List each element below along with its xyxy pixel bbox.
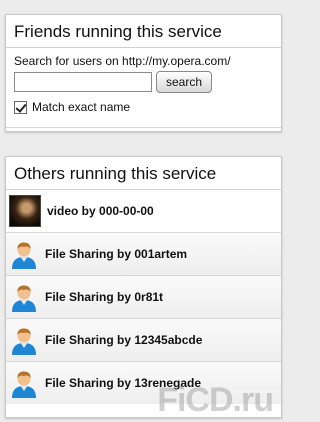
- search-row: search: [14, 71, 273, 93]
- list-item[interactable]: File Sharing by 001artem: [6, 232, 281, 275]
- services-list: video by 000-00-00 File Sharing by 001ar…: [6, 190, 281, 404]
- list-item[interactable]: File Sharing by 12345abcde: [6, 318, 281, 361]
- others-panel: Others running this service video by 000…: [5, 156, 282, 418]
- list-item[interactable]: File Sharing by 0r81t: [6, 275, 281, 318]
- user-icon: [12, 242, 36, 269]
- match-exact-label[interactable]: Match exact name: [32, 100, 130, 114]
- search-button[interactable]: search: [156, 71, 213, 93]
- friends-panel: Friends running this service Search for …: [5, 14, 282, 132]
- friends-panel-title: Friends running this service: [6, 15, 281, 48]
- user-icon: [12, 328, 36, 355]
- video-thumbnail: [9, 195, 41, 227]
- watermark-logo: FiCD.ru: [157, 381, 274, 419]
- search-instructions: Search for users on http://my.opera.com/: [14, 54, 231, 68]
- user-icon: [12, 285, 36, 312]
- friends-search-area: Search for users on http://my.opera.com/…: [6, 48, 281, 114]
- list-item-label[interactable]: File Sharing by 12345abcde: [45, 333, 202, 347]
- search-input[interactable]: [14, 72, 152, 92]
- divider: [6, 127, 281, 128]
- others-panel-title: Others running this service: [6, 157, 281, 190]
- user-icon: [12, 371, 36, 398]
- list-item[interactable]: video by 000-00-00: [6, 190, 281, 232]
- list-item-label[interactable]: File Sharing by 0r81t: [45, 290, 163, 304]
- list-item-label[interactable]: File Sharing by 001artem: [45, 247, 187, 261]
- list-item-label[interactable]: video by 000-00-00: [47, 204, 154, 218]
- match-exact-checkbox[interactable]: [14, 100, 27, 114]
- match-exact-row[interactable]: Match exact name: [14, 100, 273, 114]
